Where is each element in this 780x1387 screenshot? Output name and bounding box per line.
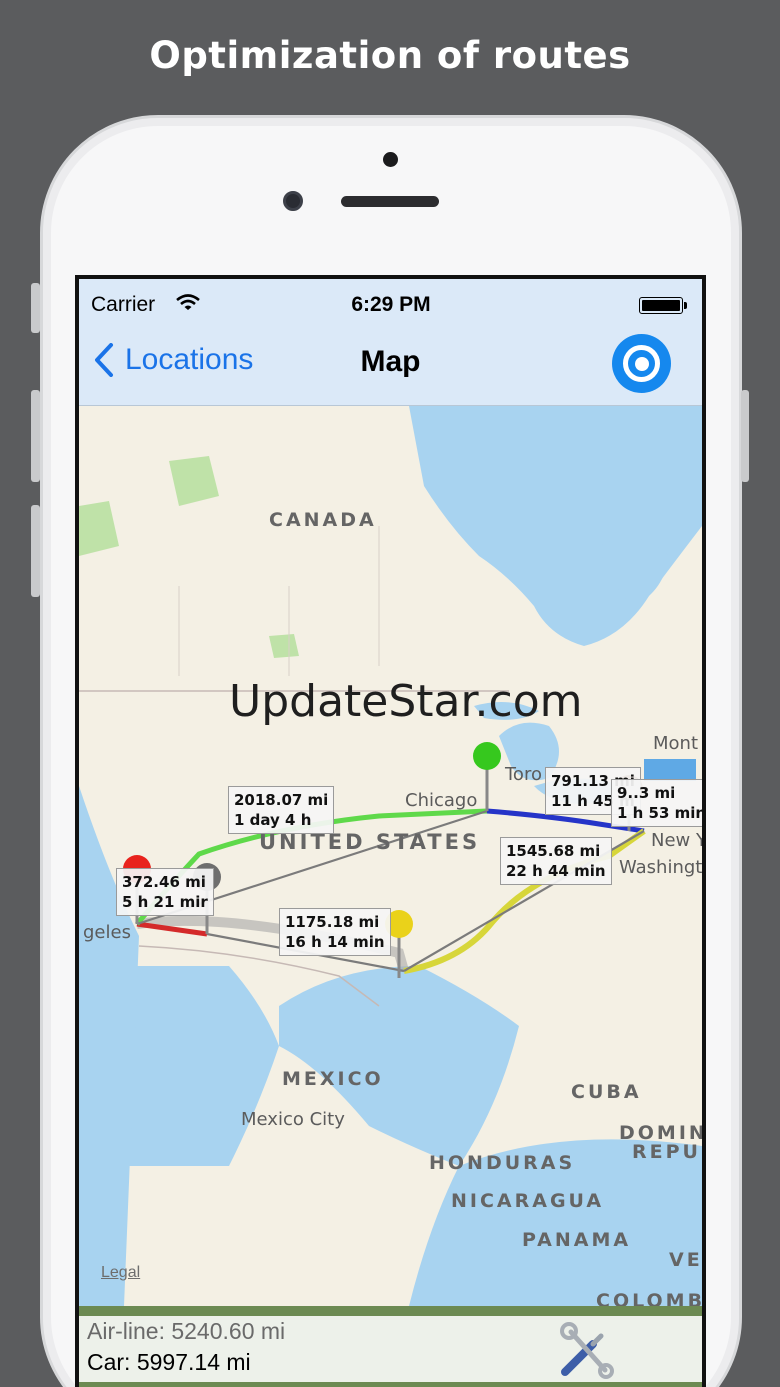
callout-dc[interactable]: 1545.68 mi 22 h 44 min — [500, 837, 612, 885]
car-distance: Car: 5997.14 mi — [87, 1349, 251, 1375]
legal-link[interactable]: Legal — [101, 1264, 140, 1282]
summary-bar: Air-line: 5240.60 mi Car: 5997.14 mi — [79, 1306, 702, 1387]
callout-ny[interactable]: 9..3 mi 1 h 53 min — [611, 779, 702, 827]
locate-button[interactable] — [612, 334, 671, 393]
label-new-york: New Y — [651, 830, 702, 851]
label-chicago: Chicago — [405, 790, 478, 811]
clock: 6:29 PM — [351, 293, 431, 316]
status-bar: Carrier 6:29 PM — [91, 293, 691, 319]
proximity-sensor — [383, 152, 398, 167]
front-camera — [283, 191, 303, 211]
phone-screen: Carrier 6:29 PM Locations Map CANADA UNI… — [75, 275, 706, 1387]
callout-distance: 372.46 mi — [122, 873, 206, 891]
callout-distance: 2018.07 mi — [234, 791, 329, 809]
power-button — [741, 390, 749, 482]
callout-duration: 5 h 21 mir — [122, 893, 208, 911]
label-panama: PANAMA — [522, 1229, 632, 1251]
callout-distance: 1545.68 mi — [506, 842, 601, 860]
label-canada: CANADA — [269, 509, 377, 531]
callout-duration: 22 h 44 min — [506, 862, 606, 880]
promo-title: Optimization of routes — [149, 34, 631, 77]
watermark: UpdateStar.com — [229, 676, 583, 727]
tools-icon[interactable] — [557, 1322, 615, 1380]
summary-panel: Air-line: 5240.60 mi Car: 5997.14 mi — [79, 1316, 702, 1382]
callout-distance: 1175.18 mi — [285, 913, 380, 931]
page-title: Map — [360, 345, 421, 378]
label-cuba: CUBA — [571, 1081, 642, 1103]
callout-duration: 1 day 4 h — [234, 811, 312, 829]
label-honduras: HONDURAS — [429, 1152, 576, 1174]
callout-distance: 9..3 mi — [617, 784, 676, 802]
map-view[interactable]: CANADA UNITED STATES MEXICO CUBA DOMIN R… — [79, 406, 702, 1306]
label-venezuela: VE — [669, 1249, 702, 1271]
label-mexico: MEXICO — [282, 1068, 384, 1090]
volume-down-button — [31, 505, 40, 597]
callout-duration: 1 h 53 min — [617, 804, 702, 822]
label-dominican-2: REPUB — [632, 1141, 702, 1163]
callout-texas[interactable]: 1175.18 mi 16 h 14 min — [279, 908, 391, 956]
callout-west-chicago[interactable]: 2018.07 mi 1 day 4 h — [228, 786, 335, 834]
battery-icon — [639, 297, 687, 314]
label-los-angeles: geles — [83, 922, 131, 943]
callout-la-east[interactable]: 372.46 mi 5 h 21 mir — [116, 868, 214, 916]
earpiece-speaker — [341, 196, 439, 207]
airline-distance: Air-line: 5240.60 mi — [87, 1318, 286, 1344]
label-colombia: COLOMBI — [596, 1290, 702, 1306]
locate-icon — [623, 345, 660, 382]
label-washington: Washingt — [619, 857, 702, 878]
label-nicaragua: NICARAGUA — [451, 1190, 605, 1212]
label-montreal: Mont — [653, 733, 699, 754]
mute-switch — [31, 283, 40, 333]
label-mexico-city: Mexico City — [241, 1109, 345, 1130]
volume-up-button — [31, 390, 40, 482]
label-toronto: Toro — [505, 764, 542, 785]
callout-duration: 16 h 14 min — [285, 933, 385, 951]
navigation-bar: Carrier 6:29 PM Locations Map — [79, 279, 702, 406]
